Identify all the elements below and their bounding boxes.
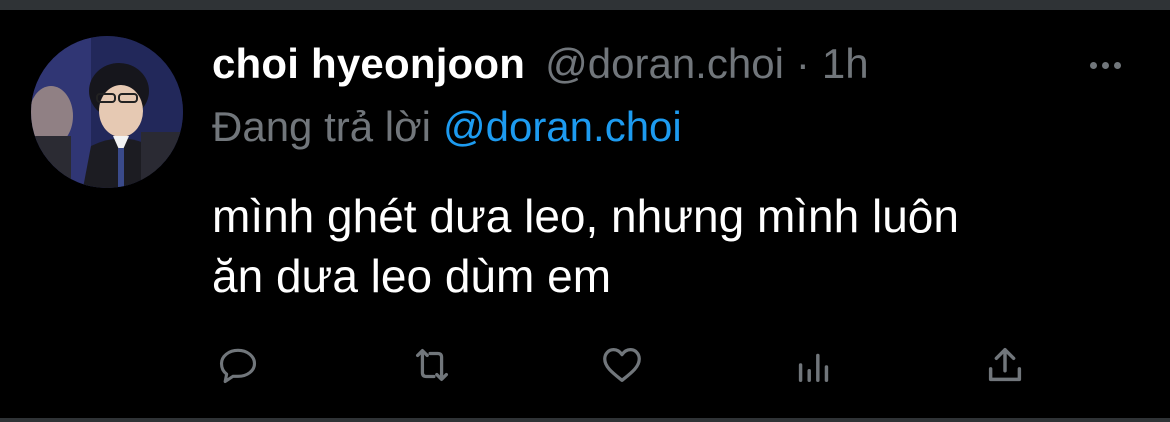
tweet-header: choi hyeonjoon @doran.choi · 1h [212, 40, 869, 94]
avatar-image [31, 36, 183, 188]
timestamp[interactable]: 1h [822, 40, 869, 88]
more-dot [1089, 61, 1097, 69]
tweet-text: mình ghét dưa leo, nhưng mình luôn ăn dư… [212, 190, 959, 302]
more-dot [1101, 61, 1109, 69]
like-button[interactable] [597, 340, 647, 390]
top-divider [0, 0, 1170, 10]
reply-button[interactable] [213, 340, 263, 390]
avatar[interactable] [31, 36, 183, 188]
retweet-button[interactable] [407, 340, 457, 390]
more-dot [1113, 61, 1121, 69]
reply-icon [219, 348, 257, 384]
author-name[interactable]: choi hyeonjoon [212, 40, 525, 88]
analytics-icon [798, 353, 829, 383]
author-handle[interactable]: @doran.choi [545, 40, 784, 88]
replying-to: Đang trả lời @doran.choi [212, 103, 682, 151]
bottom-divider [0, 418, 1170, 422]
replying-to-label: Đang trả lời [212, 103, 431, 150]
share-button[interactable] [980, 340, 1030, 390]
analytics-button[interactable] [789, 340, 839, 390]
retweet-icon [415, 348, 449, 382]
separator-dot: · [795, 40, 810, 87]
more-options-icon[interactable] [1080, 50, 1130, 80]
heart-icon [603, 348, 641, 382]
share-icon [988, 347, 1022, 382]
reply-mention-link[interactable]: @doran.choi [443, 103, 682, 150]
